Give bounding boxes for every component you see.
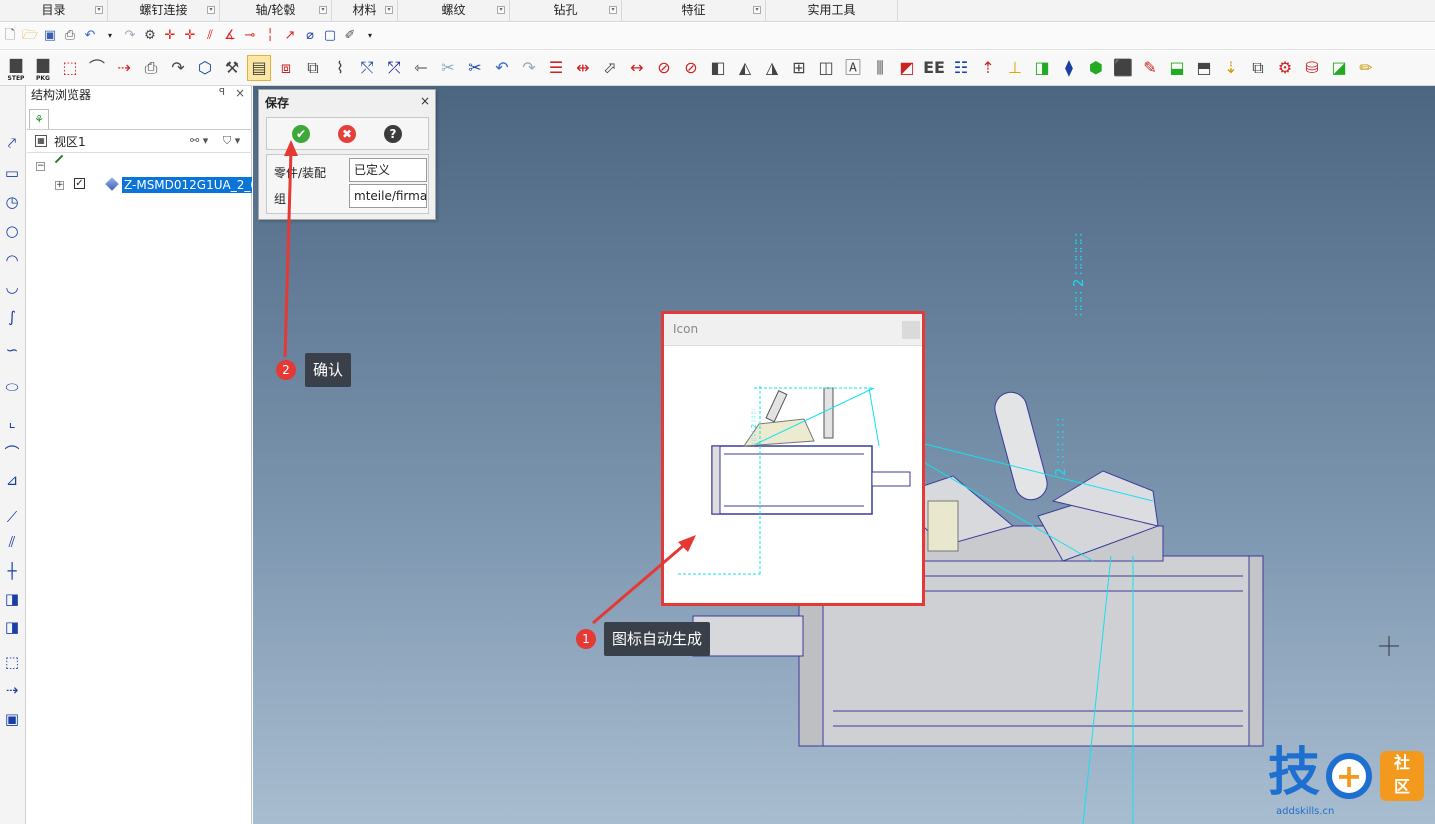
watermark-tag2: 区 (1393, 777, 1410, 796)
plus-icon: + (1326, 753, 1372, 799)
callout-confirm: 确认 (305, 353, 352, 387)
step-badge-2: 2 (276, 360, 296, 380)
callout-icon-auto: 图标自动生成 (604, 622, 711, 656)
watermark-logo: 技 + 社 区 addskills.cn (1268, 745, 1432, 820)
community-tag: 社 区 (1380, 751, 1424, 801)
watermark-tag1: 社 (1393, 753, 1410, 772)
watermark-main: 技 (1268, 743, 1321, 803)
watermark-url: addskills.cn (1276, 806, 1335, 817)
callout-arrows (283, 140, 696, 625)
step-badge-1: 1 (576, 629, 596, 649)
